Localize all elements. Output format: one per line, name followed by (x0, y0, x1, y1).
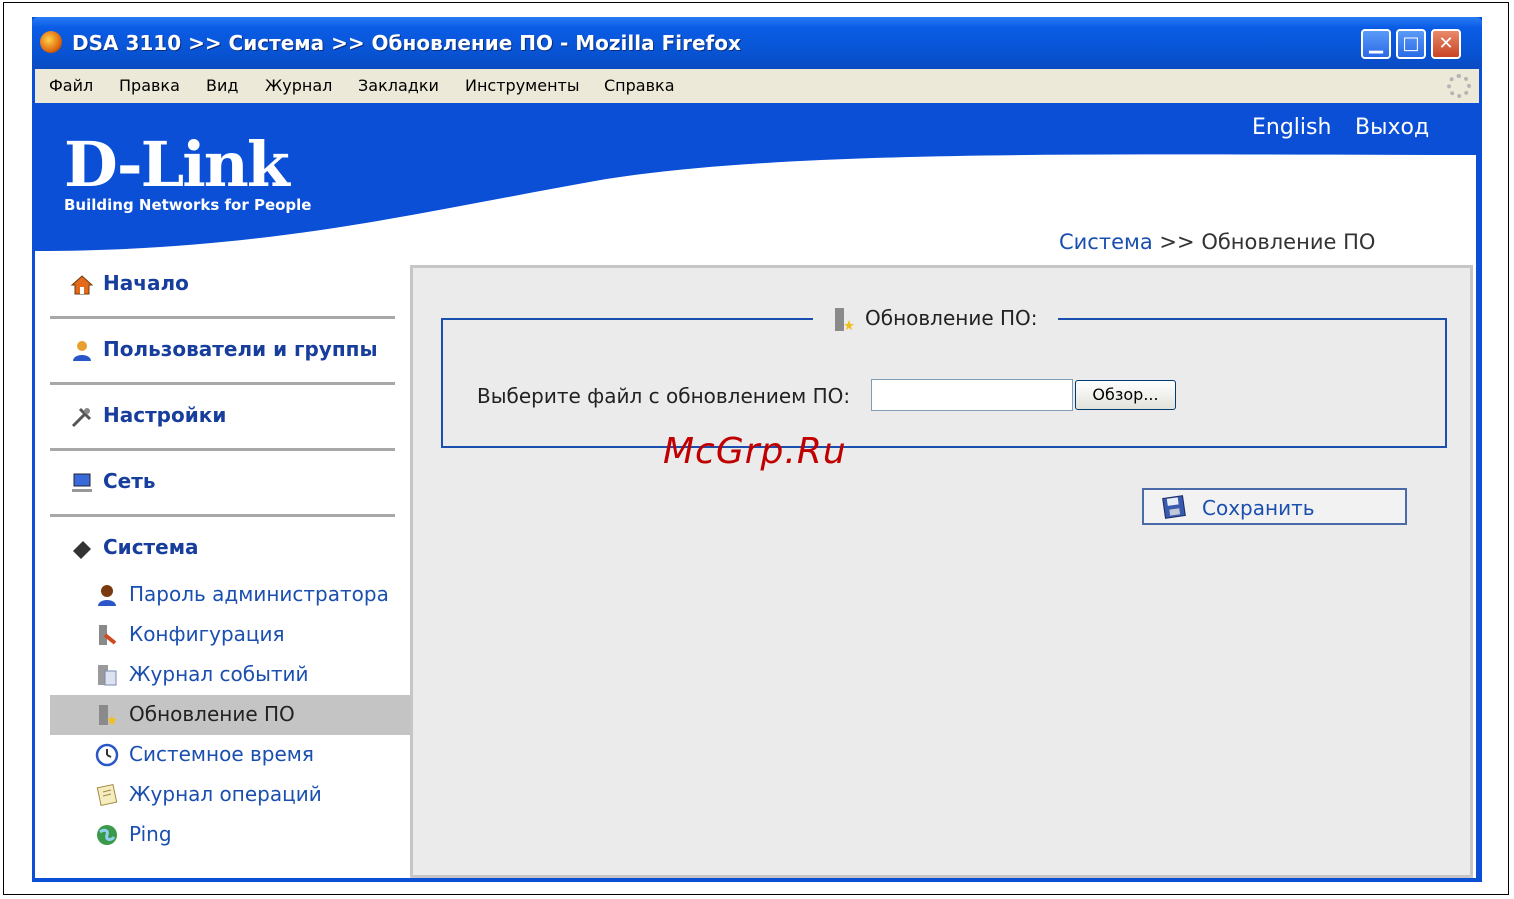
firmware-file-input[interactable] (871, 379, 1073, 411)
menu-history[interactable]: Журнал (265, 76, 332, 95)
config-icon (99, 625, 117, 645)
sidebar-subitem-ping[interactable]: Ping (50, 815, 410, 855)
tools-icon (71, 407, 92, 428)
save-disk-icon (1162, 495, 1186, 519)
minimize-button[interactable]: ▁ (1361, 29, 1391, 59)
sidebar-subitem-label: Обновление ПО (129, 702, 295, 726)
sidebar-subitem-label: Конфигурация (129, 622, 285, 646)
sidebar-subitem-label: Системное время (129, 742, 314, 766)
sidebar-item-label: Настройки (103, 403, 227, 427)
title-bar: DSA 3110 >> Система >> Обновление ПО - M… (32, 17, 1482, 69)
firmware-update-section: Обновление ПО: Выберите файл с обновлени… (441, 300, 1447, 448)
menu-file[interactable]: Файл (49, 76, 93, 95)
sidebar-subitem-firmware-update[interactable]: Обновление ПО (50, 695, 410, 735)
breadcrumb-separator: >> (1159, 230, 1195, 254)
close-button[interactable]: ✕ (1431, 29, 1461, 59)
english-link[interactable]: English (1252, 115, 1331, 140)
firefox-icon (40, 31, 62, 53)
network-icon (72, 473, 92, 492)
sidebar-subitem-label: Пароль администратора (129, 582, 389, 606)
menu-view[interactable]: Вид (206, 76, 238, 95)
menu-bookmarks[interactable]: Закладки (358, 76, 439, 95)
clock-icon (95, 743, 119, 767)
system-icon (73, 541, 91, 559)
save-button[interactable]: Сохранить (1142, 488, 1407, 525)
operations-log-icon (96, 783, 118, 807)
users-icon (73, 341, 91, 361)
sidebar-item-users[interactable]: Пользователи и группы (50, 319, 395, 385)
logout-link[interactable]: Выход (1355, 115, 1429, 140)
menu-edit[interactable]: Правка (119, 76, 180, 95)
page-content: D-Link Building Networks for People Engl… (35, 103, 1476, 878)
sidebar-subitem-event-log[interactable]: Журнал событий (50, 655, 410, 695)
file-label: Выберите файл с обновлением ПО: (477, 384, 851, 408)
sidebar-subitem-label: Ping (129, 822, 172, 846)
menu-help[interactable]: Справка (604, 76, 675, 95)
breadcrumb-system-link[interactable]: Система (1059, 230, 1153, 254)
menu-tools[interactable]: Инструменты (465, 76, 580, 95)
sidebar-item-label: Пользователи и группы (103, 337, 378, 361)
sidebar-item-label: Система (103, 535, 199, 559)
sidebar-item-home[interactable]: Начало (50, 253, 395, 319)
menu-bar: Файл Правка Вид Журнал Закладки Инструме… (35, 69, 1479, 103)
sidebar-subitem-configuration[interactable]: Конфигурация (50, 615, 410, 655)
firmware-update-icon (835, 307, 854, 331)
ping-icon (97, 825, 117, 845)
admin-user-icon (98, 585, 116, 606)
sidebar-subitem-label: Журнал операций (129, 782, 322, 806)
window-title: DSA 3110 >> Система >> Обновление ПО - M… (72, 31, 741, 55)
sidebar-subitem-operations-log[interactable]: Журнал операций (50, 775, 410, 815)
sidebar-item-label: Сеть (103, 469, 156, 493)
sidebar-item-label: Начало (103, 271, 189, 295)
firmware-update-icon (99, 705, 117, 725)
breadcrumb-current: Обновление ПО (1201, 230, 1376, 254)
watermark: McGrp.Ru (663, 431, 847, 472)
maximize-button[interactable]: □ (1396, 29, 1426, 59)
main-panel: Обновление ПО: Выберите файл с обновлени… (410, 265, 1473, 878)
section-title-text: Обновление ПО: (865, 306, 1038, 330)
sidebar-subitem-label: Журнал событий (129, 662, 309, 686)
sidebar-subitem-admin-password[interactable]: Пароль администратора (50, 575, 410, 615)
dlink-tagline: Building Networks for People (64, 196, 312, 214)
home-icon (70, 275, 94, 295)
throbber-icon (1447, 74, 1471, 98)
breadcrumb: Система >> Обновление ПО (1059, 230, 1375, 254)
sidebar: Начало Пользователи и группы Настройки С… (35, 253, 410, 878)
sidebar-subitem-system-time[interactable]: Системное время (50, 735, 410, 775)
event-log-icon (98, 665, 117, 686)
sidebar-item-system[interactable]: Система (50, 517, 395, 583)
save-button-label: Сохранить (1202, 496, 1315, 520)
sidebar-item-network[interactable]: Сеть (50, 451, 395, 517)
sidebar-item-settings[interactable]: Настройки (50, 385, 395, 451)
section-title: Обновление ПО: (813, 300, 1058, 336)
browse-button[interactable]: Обзор... (1075, 380, 1176, 410)
dlink-logo: D-Link (64, 128, 290, 201)
